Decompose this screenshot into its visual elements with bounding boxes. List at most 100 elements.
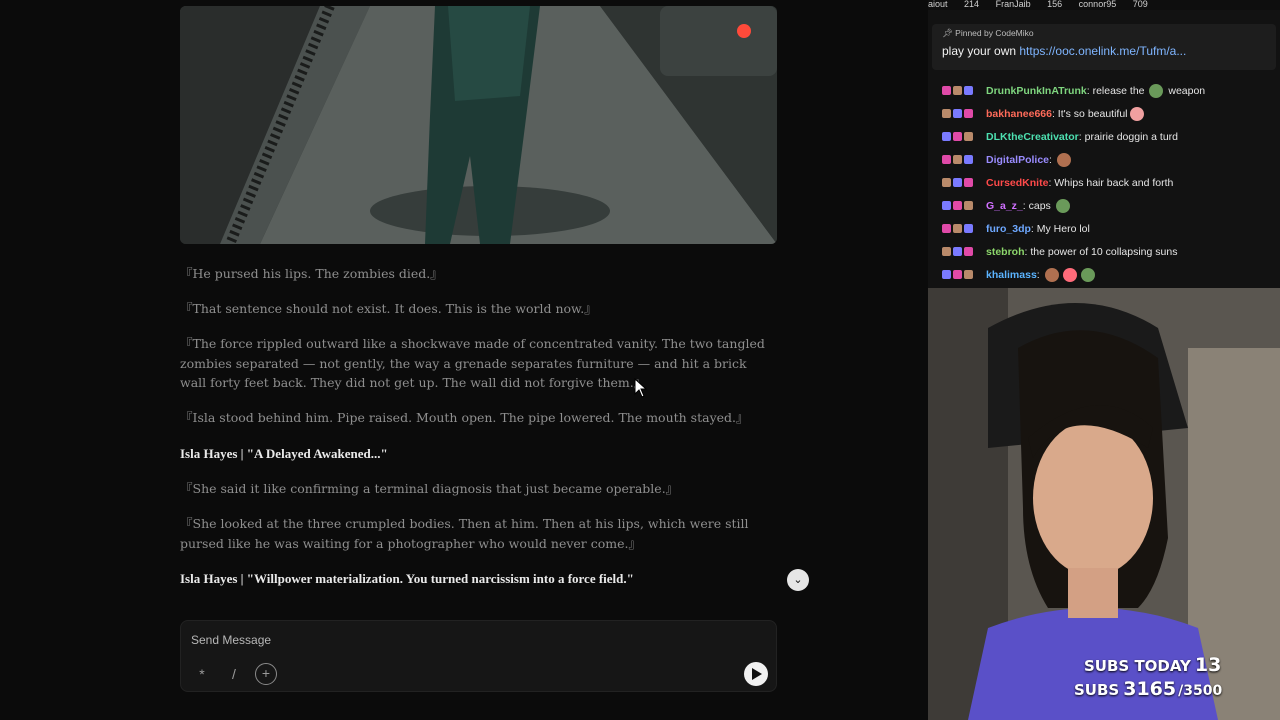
scroll-to-bottom-button[interactable]: ⌄ [787,569,809,591]
chat-message-text: : release the [1086,85,1148,97]
user-badges [942,201,982,211]
badge-icon [953,178,962,187]
chat-message-text: : My Hero lol [1030,223,1090,235]
badge-icon [942,155,951,164]
user-badges [942,86,982,96]
chevron-down-icon: ⌄ [793,574,803,586]
subs-today-label: SUBS TODAY [1084,657,1191,675]
user-badges [942,155,982,165]
donor-name: FranJaib [995,0,1031,9]
donor-count: 156 [1047,0,1063,9]
send-message-input[interactable] [191,631,731,649]
badge-icon [964,247,973,256]
emote-icon [1044,268,1059,283]
chat-username[interactable]: furo_3dp [986,223,1031,235]
story-chat-pane: 『He pursed his lips. The zombies died.』 … [0,0,928,720]
chat-message: DLKtheCreativator: prairie doggin a turd [928,128,1280,146]
user-badges [942,178,982,188]
emote-icon [1129,107,1144,122]
narration-paragraph: 『That sentence should not exist. It does… [180,301,597,316]
chat-username[interactable]: stebroh [986,246,1025,258]
send-button[interactable] [744,662,768,686]
stream-overlay: aiout 214 FranJaib 156 connor95 709 📌︎ P… [928,0,1280,720]
narration-paragraph: 『He pursed his lips. The zombies died.』 [180,266,443,281]
live-chat: 📌︎ Pinned by CodeMiko play your own http… [928,10,1280,288]
emote-icon [1056,153,1071,168]
pinned-link[interactable]: https://ooc.onelink.me/Tufm/a... [1019,44,1186,58]
message-composer: * / + [180,620,777,692]
asterisk-button[interactable]: * [191,663,213,685]
chat-username[interactable]: CursedKnite [986,177,1048,189]
narration-paragraph: 『Isla stood behind him. Pipe raised. Mou… [180,410,749,425]
badge-icon [942,224,951,233]
badge-icon [953,201,962,210]
chat-username[interactable]: DigitalPolice [986,154,1049,166]
donor-name: connor95 [1078,0,1117,9]
user-badges [942,132,982,142]
story-illustration [180,6,777,244]
play-send-icon [752,668,762,680]
badge-icon [942,109,951,118]
badge-icon [964,86,973,95]
pin-icon: 📌︎ [942,28,953,38]
donor-name: aiout [928,0,948,9]
chat-message-text: : the power of 10 collapsing suns [1024,246,1178,258]
badge-icon [953,155,962,164]
chat-message-text: : [1049,154,1055,166]
badge-icon [942,247,951,256]
chat-username[interactable]: bakhanee666 [986,108,1052,120]
badge-icon [964,178,973,187]
narration-paragraph: 『The force rippled outward like a shockw… [180,336,765,390]
badge-icon [964,201,973,210]
badge-icon [942,178,951,187]
chat-message-text: : caps [1022,200,1054,212]
user-badges [942,270,982,280]
badge-icon [942,270,951,279]
mouse-cursor-icon [634,378,648,398]
badge-icon [953,270,962,279]
narration-paragraph: 『She said it like confirming a terminal … [180,481,679,496]
pinned-message: 📌︎ Pinned by CodeMiko play your own http… [932,24,1276,70]
chat-username[interactable]: G_a_z_ [986,200,1023,212]
badge-icon [964,132,973,141]
emote-icon [1062,268,1077,283]
badge-icon [964,224,973,233]
chat-message-text: : prairie doggin a turd [1078,131,1179,143]
emote-icon [1055,199,1070,214]
badge-icon [953,86,962,95]
dialogue-line: Isla Hayes | "A Delayed Awakened..." [180,446,388,461]
narration-paragraph: 『She looked at the three crumpled bodies… [180,516,749,551]
donor-count: 214 [964,0,980,9]
badge-icon [942,86,951,95]
badge-icon [953,224,962,233]
badge-icon [942,132,951,141]
pinned-by-user: CodeMiko [995,28,1034,38]
badge-icon [953,109,962,118]
badge-icon [953,247,962,256]
emote-icon [1149,84,1164,99]
chat-message: DigitalPolice: [928,151,1280,169]
chat-username[interactable]: khalimass [986,269,1037,281]
user-badges [942,247,982,257]
chat-message-text: : [1036,269,1043,281]
chat-username[interactable]: DrunkPunkInATrunk [986,85,1087,97]
plus-sparkle-icon[interactable]: + [255,663,277,685]
chat-message: khalimass: [928,266,1280,284]
user-badges [942,224,982,234]
chat-message: G_a_z_: caps [928,197,1280,215]
badge-icon [964,270,973,279]
subs-total-value: 3165 [1123,678,1177,700]
chat-message: stebroh: the power of 10 collapsing suns [928,243,1280,261]
badge-icon [964,155,973,164]
slash-command-button[interactable]: / [223,663,245,685]
donor-count: 709 [1132,0,1148,9]
chat-username[interactable]: DLKtheCreativator [986,131,1079,143]
subs-today-value: 13 [1194,654,1222,676]
pinned-text: play your own [942,44,1020,58]
user-badges [942,109,982,119]
pinned-by-label: Pinned by [955,28,993,38]
chat-message: bakhanee666: It's so beautiful [928,105,1280,123]
subs-label: SUBS [1074,681,1120,699]
dialogue-line: Isla Hayes | "Willpower materialization.… [180,571,634,586]
badge-icon [942,201,951,210]
